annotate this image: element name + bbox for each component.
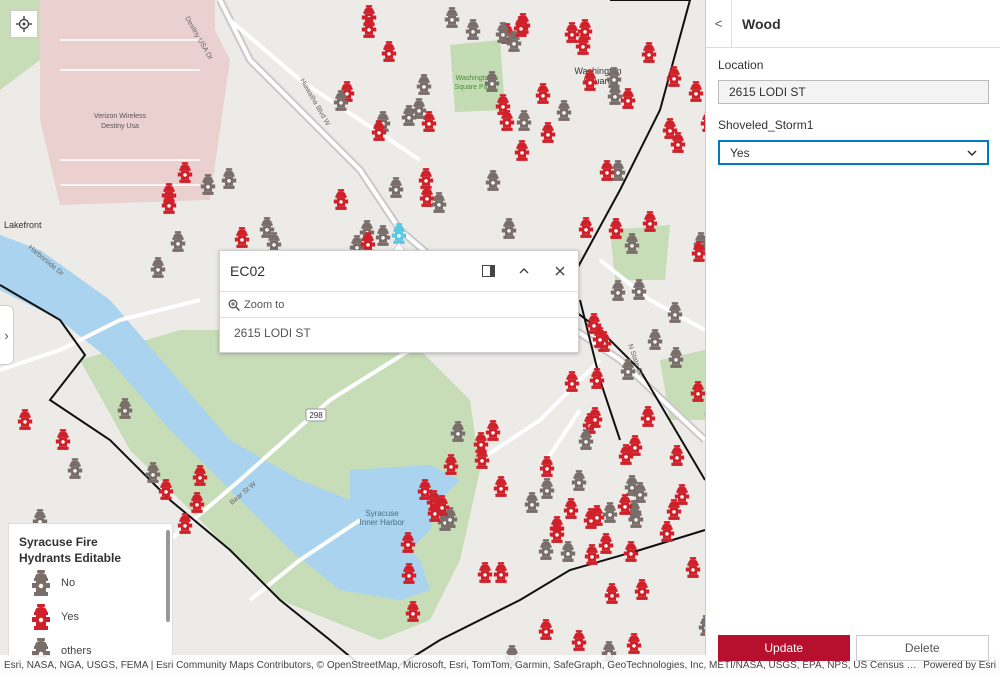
edit-panel: < Wood Location Shoveled_Storm1 Yes Upda…: [705, 0, 1000, 661]
chevron-up-icon: [519, 268, 529, 274]
legend-scrollbar[interactable]: [166, 530, 170, 622]
legend-item-yes: Yes: [9, 600, 172, 634]
legend: Syracuse Fire Hydrants Editable No Yes o…: [8, 523, 173, 658]
lakefront-label: Lakefront: [4, 220, 42, 230]
chevron-right-icon: ›: [4, 327, 9, 343]
popup-address: 2615 LODI ST: [234, 326, 311, 340]
delete-button[interactable]: Delete: [855, 635, 989, 661]
locate-button[interactable]: [10, 10, 38, 38]
hydrant-red-icon: [31, 604, 51, 630]
legend-item-no: No: [9, 566, 172, 600]
expand-panel-button[interactable]: ›: [0, 305, 14, 365]
verizon-label-1: Verizon Wireless: [94, 113, 147, 120]
verizon-label-2: Destiny Usa: [101, 123, 139, 130]
powered-by-esri[interactable]: Powered by Esri: [923, 660, 996, 671]
inner-harbor-label-1: Syracuse: [365, 509, 399, 518]
route-shield: 298: [309, 411, 323, 420]
close-popup-button[interactable]: [542, 251, 578, 291]
popup-title: EC02: [230, 263, 266, 279]
legend-label-no: No: [61, 577, 76, 589]
feature-popup: EC02 Zoom to 2615 LODI ST: [219, 250, 579, 353]
zoom-to-label: Zoom to: [244, 298, 285, 311]
inner-harbor-label-2: Inner Harbor: [360, 518, 405, 527]
panel-title: Wood: [742, 15, 781, 32]
parking-area: [40, 0, 230, 205]
shoveled-label: Shoveled_Storm1: [718, 118, 814, 132]
update-button[interactable]: Update: [718, 635, 850, 661]
close-icon: [555, 266, 565, 276]
attribution-text[interactable]: Esri, NASA, NGA, USGS, FEMA | Esri Commu…: [4, 660, 917, 671]
zoom-magnifier-icon: [228, 299, 240, 311]
legend-title: Syracuse Fire Hydrants Editable: [19, 535, 122, 565]
shoveled-value: Yes: [730, 145, 750, 160]
dock-popup-button[interactable]: [470, 251, 506, 291]
zoom-to-action[interactable]: Zoom to: [220, 292, 578, 318]
chevron-down-icon: [967, 149, 977, 156]
hydrant-gray-icon: [31, 570, 51, 596]
location-label: Location: [718, 58, 764, 72]
collapse-popup-button[interactable]: [506, 251, 542, 291]
shoveled-select[interactable]: Yes: [718, 140, 989, 165]
back-button[interactable]: <: [706, 0, 732, 48]
locate-icon: [16, 16, 32, 32]
legend-label-yes: Yes: [61, 611, 79, 623]
chevron-left-icon: <: [714, 16, 723, 31]
location-field[interactable]: [718, 80, 989, 104]
dock-icon: [481, 265, 495, 277]
